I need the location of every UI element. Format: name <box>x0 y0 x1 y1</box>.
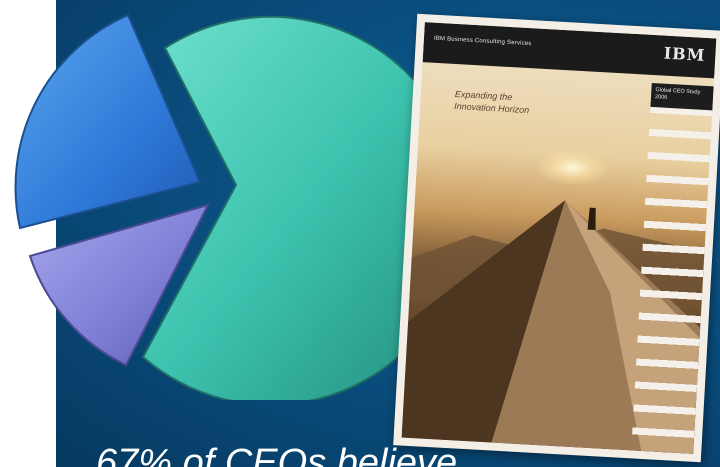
pie-chart-graphic <box>14 13 430 400</box>
report-title: Expanding the Innovation Horizon <box>454 88 530 116</box>
pie-slice-large <box>141 15 430 400</box>
report-cover-photo: IBM Business Consulting Services IBM Exp… <box>401 22 717 454</box>
report-cover-image: IBM Business Consulting Services IBM Exp… <box>393 13 720 463</box>
ibm-logo: IBM <box>663 43 706 65</box>
report-study-label: Global CEO Study 2006 <box>655 87 710 104</box>
slide-caption: 67% of CEOs believe <box>96 442 458 467</box>
report-series-label: IBM Business Consulting Services <box>433 35 532 48</box>
